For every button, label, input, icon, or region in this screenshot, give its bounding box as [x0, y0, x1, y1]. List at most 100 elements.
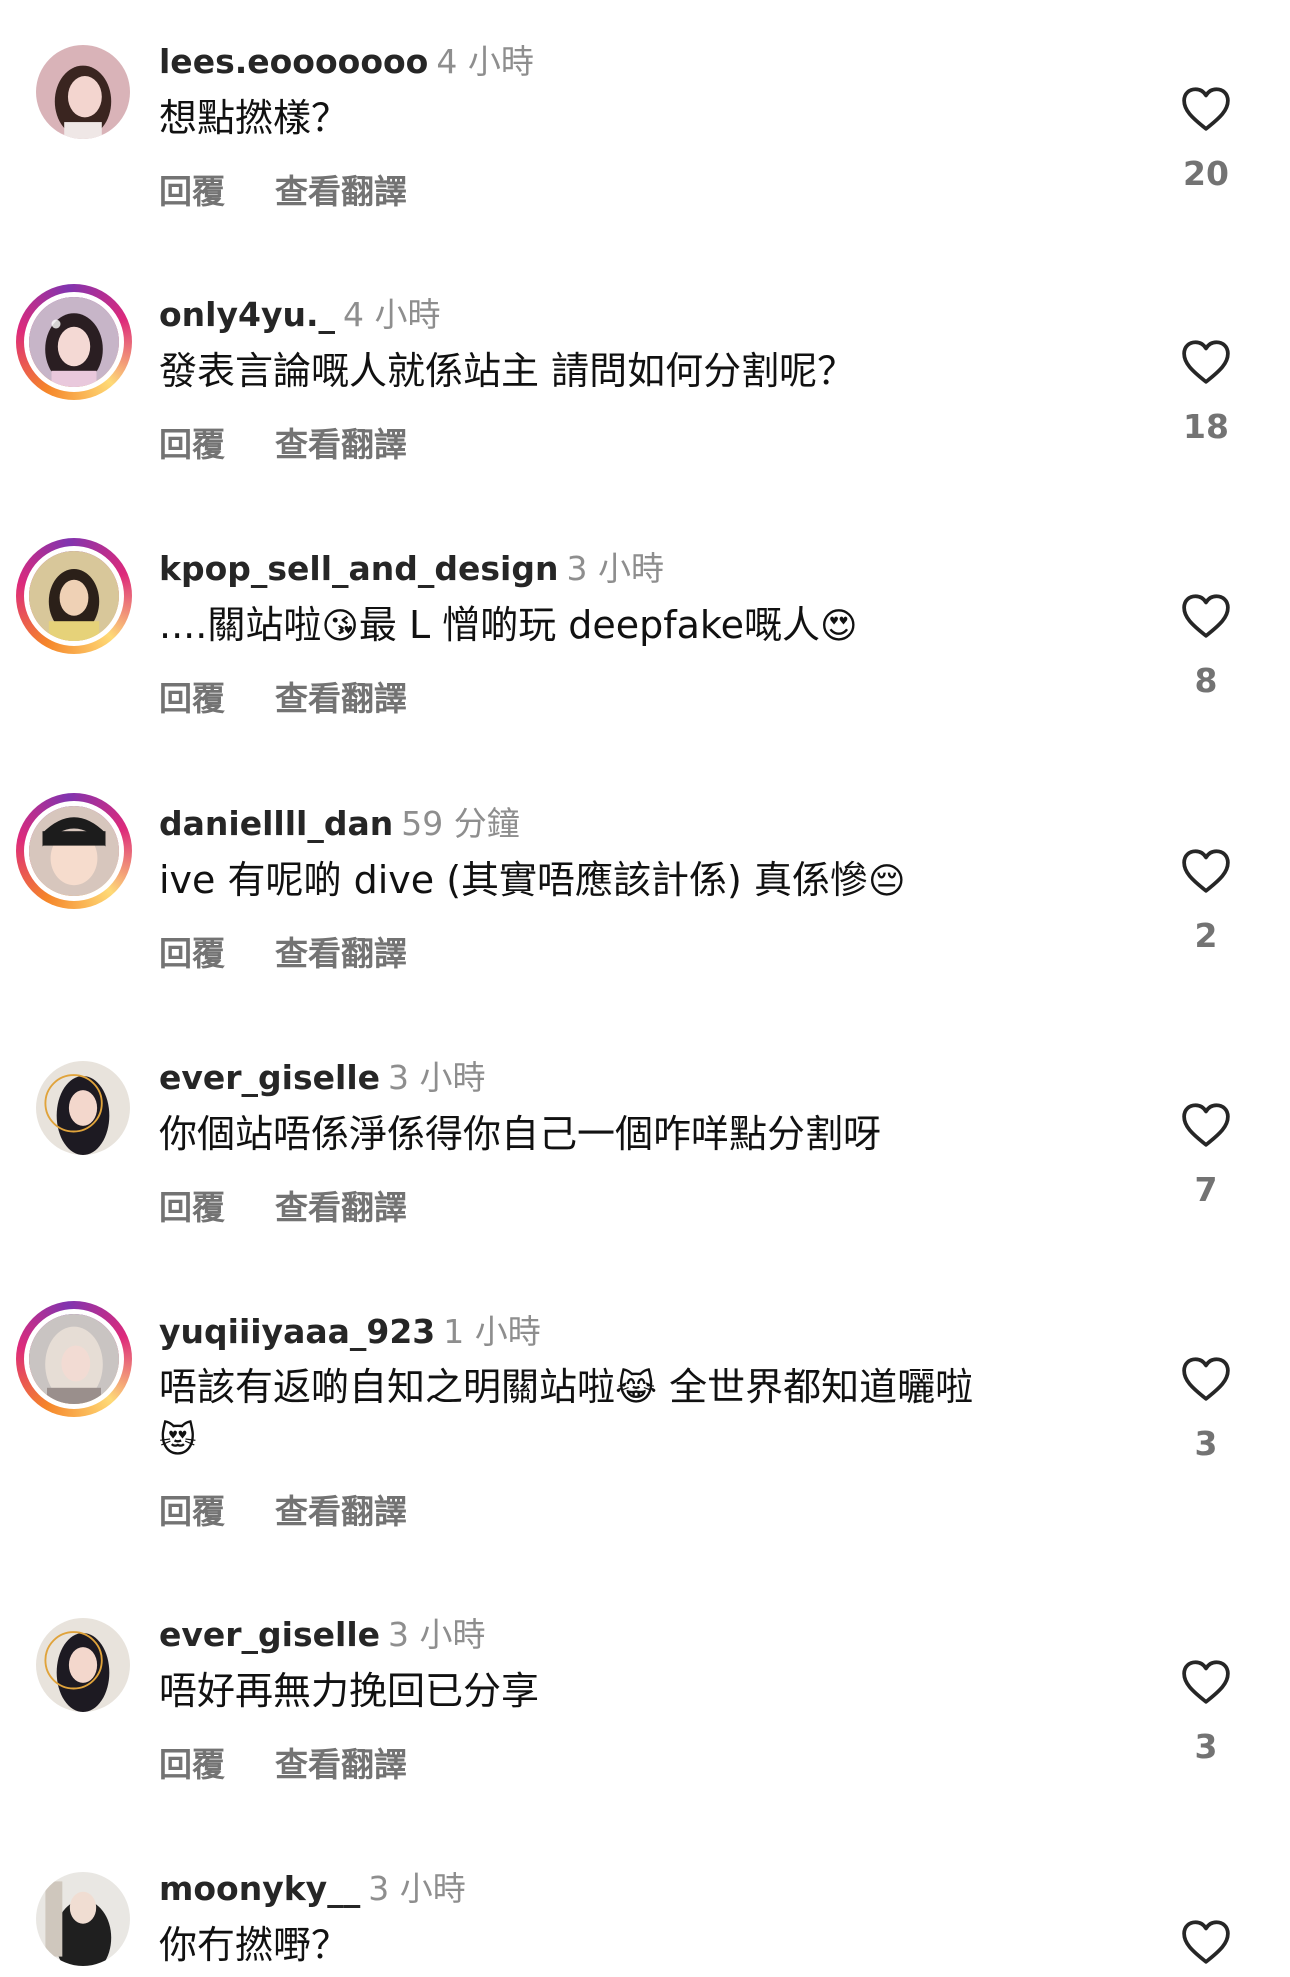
like-control: 2 [1178, 848, 1234, 956]
like-control: 3 [1178, 1659, 1234, 1767]
avatar-image [36, 1618, 130, 1712]
like-count: 20 [1183, 154, 1229, 193]
see-translation-button[interactable]: 查看翻譯 [275, 934, 407, 973]
avatar-image [29, 551, 119, 641]
cat-tears-of-joy-emoji: 😹 [615, 1368, 658, 1409]
username-link[interactable]: yuqiiiyaaa_923 [159, 1312, 435, 1351]
like-count: 18 [1183, 407, 1229, 446]
text-segment: ive 有呢啲 dive (其實唔應該計係) 真係慘 [159, 858, 868, 902]
see-translation-button[interactable]: 查看翻譯 [275, 172, 407, 211]
like-control [1178, 1919, 1234, 1965]
timestamp: 59 分鐘 [401, 804, 520, 843]
avatar-image [29, 297, 119, 387]
text-segment: ....關站啦 [159, 603, 322, 647]
comment-actions: 回覆 查看翻譯 [159, 1490, 407, 1534]
comment-meta: ever_giselle 3 小時 [159, 1056, 486, 1100]
comment-actions: 回覆 查看翻譯 [159, 1743, 407, 1787]
like-control: 8 [1178, 593, 1234, 701]
avatar-image [36, 45, 130, 139]
see-translation-button[interactable]: 查看翻譯 [275, 1188, 407, 1227]
timestamp: 4 小時 [343, 295, 441, 334]
comment-actions: 回覆 查看翻譯 [159, 1186, 407, 1230]
comment-meta: yuqiiiyaaa_923 1 小時 [159, 1310, 541, 1354]
comment-text: 發表言論嘅人就係站主 請問如何分割呢？ [159, 349, 856, 393]
username-link[interactable]: lees.eooooooo [159, 42, 428, 81]
username-link[interactable]: moonyky__ [159, 1869, 360, 1908]
reply-button[interactable]: 回覆 [159, 1745, 225, 1784]
heart-outline-icon[interactable] [1181, 1659, 1231, 1705]
like-count: 2 [1194, 916, 1218, 955]
like-control: 18 [1178, 339, 1234, 447]
comment-text: ive 有呢啲 dive (其實唔應該計係) 真係慘😔 [159, 854, 1099, 908]
timestamp: 1 小時 [443, 1312, 541, 1351]
avatar[interactable] [36, 1061, 130, 1155]
avatar-image [36, 1872, 130, 1966]
timestamp: 3 小時 [388, 1058, 486, 1097]
comment-meta: ever_giselle 3 小時 [159, 1613, 486, 1657]
comment-actions: 回覆 查看翻譯 [159, 932, 407, 976]
username-link[interactable]: kpop_sell_and_design [159, 549, 558, 588]
username-link[interactable]: ever_giselle [159, 1058, 380, 1097]
comment-meta: kpop_sell_and_design 3 小時 [159, 547, 664, 591]
comment-actions: 回覆 查看翻譯 [159, 677, 407, 721]
reply-button[interactable]: 回覆 [159, 425, 225, 464]
text-segment: 唔該有返啲自知之明關站啦 [159, 1365, 616, 1409]
reply-button[interactable]: 回覆 [159, 1492, 225, 1531]
avatar-with-story-ring[interactable] [16, 1301, 132, 1417]
reply-button[interactable]: 回覆 [159, 679, 225, 718]
timestamp: 3 小時 [368, 1869, 466, 1908]
comment-text: 你冇撚嘢？ [159, 1923, 350, 1967]
comment-text: ....關站啦😘最 L 憎啲玩 deepfake嘅人😍 [159, 599, 1099, 653]
heart-outline-icon[interactable] [1181, 1356, 1231, 1402]
like-count: 3 [1194, 1424, 1218, 1463]
heart-outline-icon[interactable] [1181, 593, 1231, 639]
like-count: 3 [1194, 1727, 1218, 1766]
reply-button[interactable]: 回覆 [159, 1188, 225, 1227]
see-translation-button[interactable]: 查看翻譯 [275, 1745, 407, 1784]
avatar-image [36, 1061, 130, 1155]
timestamp: 3 小時 [388, 1615, 486, 1654]
comments-list: lees.eooooooo 4 小時 想點撚樣？ 回覆 查看翻譯 20 only… [0, 0, 1290, 1977]
heart-outline-icon[interactable] [1181, 848, 1231, 894]
avatar-image [29, 806, 119, 896]
avatar-with-story-ring[interactable] [16, 793, 132, 909]
heart-outline-icon[interactable] [1181, 1919, 1231, 1965]
timestamp: 4 小時 [436, 42, 534, 81]
avatar-with-story-ring[interactable] [16, 538, 132, 654]
reply-button[interactable]: 回覆 [159, 172, 225, 211]
like-control: 7 [1178, 1102, 1234, 1210]
reply-button[interactable]: 回覆 [159, 934, 225, 973]
comment-actions: 回覆 查看翻譯 [159, 170, 407, 214]
see-translation-button[interactable]: 查看翻譯 [275, 679, 407, 718]
comment-text: 唔該有返啲自知之明關站啦😹 全世界都知道曬啦 😻 [159, 1362, 1099, 1466]
comment-actions: 回覆 查看翻譯 [159, 423, 407, 467]
avatar-image [29, 1314, 119, 1404]
heart-outline-icon[interactable] [1181, 339, 1231, 385]
like-count: 8 [1194, 661, 1218, 700]
avatar[interactable] [36, 1618, 130, 1712]
heart-outline-icon[interactable] [1181, 86, 1231, 132]
see-translation-button[interactable]: 查看翻譯 [275, 425, 407, 464]
comment-meta: moonyky__ 3 小時 [159, 1867, 466, 1911]
comment-text: 唔好再無力挽回已分享 [159, 1669, 540, 1713]
username-link[interactable]: ever_giselle [159, 1615, 380, 1654]
heart-outline-icon[interactable] [1181, 1102, 1231, 1148]
comment-meta: lees.eooooooo 4 小時 [159, 40, 534, 84]
text-segment: 全世界都知道曬啦 [657, 1365, 974, 1409]
like-control: 20 [1178, 86, 1234, 194]
comment-meta: only4yu._ 4 小時 [159, 293, 441, 337]
heart-eyes-emoji: 😍 [819, 606, 858, 647]
heart-eyes-cat-emoji: 😻 [159, 1420, 197, 1461]
avatar[interactable] [36, 1872, 130, 1966]
see-translation-button[interactable]: 查看翻譯 [275, 1492, 407, 1531]
avatar-with-story-ring[interactable] [16, 284, 132, 400]
username-link[interactable]: daniellll_dan [159, 804, 393, 843]
kiss-emoji: 😘 [321, 606, 359, 647]
comment-text: 想點撚樣？ [159, 96, 350, 140]
username-link[interactable]: only4yu._ [159, 295, 335, 334]
pensive-emoji: 😔 [867, 861, 906, 902]
like-control: 3 [1178, 1356, 1234, 1464]
comment-meta: daniellll_dan 59 分鐘 [159, 802, 520, 846]
comment-text: 你個站唔係淨係得你自己一個咋咩點分割呀 [159, 1112, 882, 1156]
avatar[interactable] [36, 45, 130, 139]
